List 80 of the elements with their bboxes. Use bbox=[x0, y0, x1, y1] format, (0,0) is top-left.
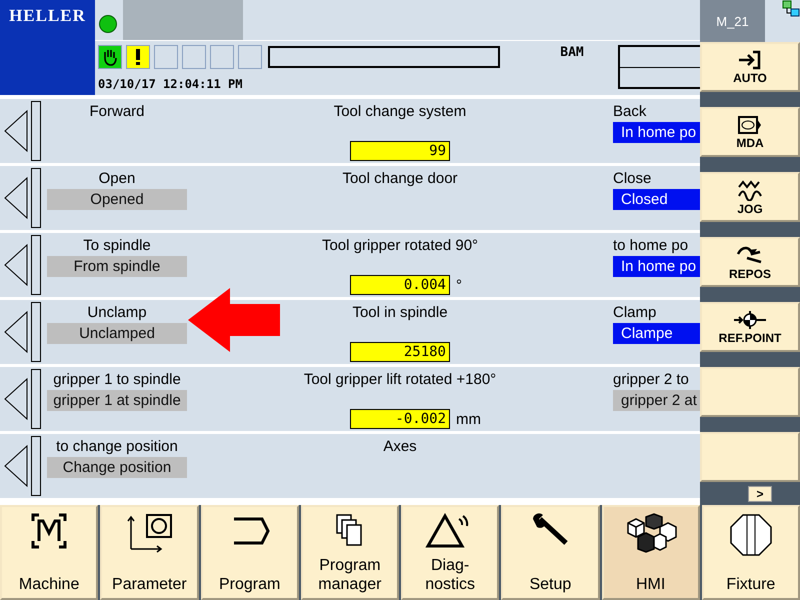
area-tab[interactable]: Program manager bbox=[300, 505, 399, 600]
triangle-left-icon[interactable] bbox=[3, 176, 29, 220]
row-handle[interactable] bbox=[31, 369, 41, 429]
reference-point-icon bbox=[733, 310, 767, 330]
wave-icon bbox=[737, 178, 763, 200]
channel-label: BAM bbox=[559, 45, 585, 62]
status-field: Closed bbox=[613, 189, 700, 210]
row-handle[interactable] bbox=[31, 436, 41, 496]
value-field: 0.004 bbox=[350, 275, 450, 295]
left-action-label: Unclamp bbox=[87, 303, 147, 323]
status-field: Unclamped bbox=[47, 323, 187, 344]
triangle-left-icon[interactable] bbox=[3, 310, 29, 354]
network-icon bbox=[782, 0, 800, 18]
area-tab[interactable]: Fixture bbox=[702, 505, 800, 600]
mode-button[interactable]: JOG bbox=[700, 172, 800, 222]
row-title: Axes bbox=[383, 437, 417, 457]
status-field: gripper 2 at bbox=[613, 390, 700, 411]
row-handle[interactable] bbox=[31, 235, 41, 295]
right-action-label: Clamp bbox=[613, 303, 656, 323]
right-action-label: gripper 2 to bbox=[613, 370, 689, 390]
mode-button[interactable] bbox=[700, 367, 800, 417]
row-title: Tool change system bbox=[334, 102, 466, 122]
more-button[interactable]: > bbox=[748, 486, 772, 502]
unit-label: mm bbox=[456, 410, 482, 428]
area-tab[interactable]: Setup bbox=[501, 505, 600, 600]
left-action-label: To spindle bbox=[83, 236, 151, 256]
status-field: In home po bbox=[613, 256, 700, 277]
mode-button[interactable]: MDA bbox=[700, 107, 800, 157]
hand-icon bbox=[98, 45, 122, 69]
row-handle[interactable] bbox=[31, 101, 41, 161]
row-title: Tool gripper rotated 90° bbox=[322, 236, 478, 256]
area-tab[interactable]: Program bbox=[200, 505, 299, 600]
right-action-label: Close bbox=[613, 169, 652, 189]
empty-slot bbox=[238, 45, 262, 69]
triangle-left-icon[interactable] bbox=[3, 243, 29, 287]
row-handle[interactable] bbox=[31, 168, 41, 228]
empty-slot bbox=[182, 45, 206, 69]
date-time: 03/10/17 12:04:11 PM bbox=[98, 76, 244, 93]
status-field: gripper 1 at spindle bbox=[47, 390, 187, 411]
machine-name: M_21 bbox=[700, 0, 765, 42]
area-tab[interactable]: Parameter bbox=[100, 505, 198, 600]
triangle-left-icon[interactable] bbox=[3, 377, 29, 421]
status-field: In home po bbox=[613, 122, 700, 143]
triangle-left-icon[interactable] bbox=[3, 109, 29, 153]
company-logo: HELLER bbox=[0, 0, 95, 95]
mode-button[interactable]: REF.POINT bbox=[700, 302, 800, 352]
status-field: Opened bbox=[47, 189, 187, 210]
machine-icon bbox=[31, 513, 68, 549]
area-tab[interactable]: Machine bbox=[0, 505, 98, 600]
area-tab[interactable]: Diag- nostics bbox=[401, 505, 500, 600]
right-action-label: to home po bbox=[613, 236, 688, 256]
mode-button[interactable]: REPOS bbox=[700, 237, 800, 287]
row-title: Tool gripper lift rotated +180° bbox=[304, 370, 496, 390]
left-action-label: Open bbox=[98, 169, 136, 189]
status-field: From spindle bbox=[47, 256, 187, 277]
empty-slot bbox=[210, 45, 234, 69]
octagon-icon bbox=[728, 513, 773, 557]
status-field: Change position bbox=[47, 457, 187, 478]
empty-slot bbox=[154, 45, 178, 69]
status-light-icon bbox=[99, 15, 117, 33]
left-action-label: to change position bbox=[56, 437, 178, 457]
triangle-left-icon[interactable] bbox=[3, 444, 29, 488]
area-tab[interactable]: HMI bbox=[602, 505, 700, 600]
row-title: Tool change door bbox=[342, 169, 458, 189]
row-title: Tool in spindle bbox=[352, 303, 448, 323]
document-stack-icon bbox=[334, 513, 365, 547]
value-field: -0.002 bbox=[350, 409, 450, 429]
status-field: Clampe bbox=[613, 323, 700, 344]
arrow-into-bracket-icon bbox=[737, 50, 763, 70]
warning-icon bbox=[126, 45, 150, 69]
value-field: 99 bbox=[350, 141, 450, 161]
mode-button[interactable] bbox=[700, 432, 800, 482]
row-handle[interactable] bbox=[31, 302, 41, 362]
unit-label: ° bbox=[456, 276, 463, 294]
left-action-label: gripper 1 to spindle bbox=[53, 370, 181, 390]
left-action-label: Forward bbox=[89, 102, 144, 122]
value-field: 25180 bbox=[350, 342, 450, 362]
right-action-label: Back bbox=[613, 102, 646, 122]
hand-screen-icon bbox=[737, 114, 763, 134]
mode-button[interactable]: AUTO bbox=[700, 42, 800, 92]
